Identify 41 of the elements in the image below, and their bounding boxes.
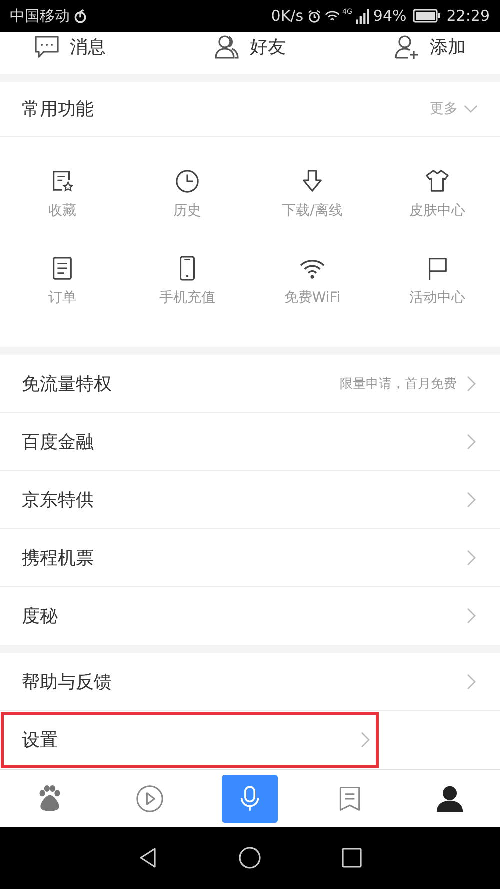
network-speed: 0K/s bbox=[271, 7, 304, 25]
add-person-icon[interactable] bbox=[394, 34, 420, 60]
chat-bubble-icon[interactable] bbox=[34, 34, 60, 60]
menu-row[interactable]: 携程机票 bbox=[0, 529, 500, 587]
alarm-icon bbox=[306, 8, 322, 24]
chevron-right-icon bbox=[467, 550, 476, 566]
cell-signal-icon bbox=[355, 8, 370, 24]
chevron-right-icon bbox=[467, 492, 476, 508]
chevron-right-icon bbox=[467, 376, 476, 392]
chevron-right-icon bbox=[467, 608, 476, 624]
action-label[interactable]: 消息 bbox=[70, 35, 106, 59]
recents-icon[interactable] bbox=[340, 846, 364, 870]
t-shirt-icon[interactable] bbox=[425, 169, 450, 194]
play-icon[interactable] bbox=[136, 784, 164, 812]
home-icon[interactable] bbox=[238, 846, 262, 870]
microphone-icon bbox=[239, 784, 261, 812]
voice-button[interactable] bbox=[222, 774, 278, 822]
note-star-icon[interactable] bbox=[50, 169, 75, 194]
carrier-name: 中国移动 bbox=[10, 6, 70, 26]
sync-icon bbox=[73, 8, 88, 24]
section-title: 常用功能 bbox=[22, 98, 95, 121]
menu-row[interactable]: 度秘 bbox=[0, 587, 500, 645]
clock-icon[interactable] bbox=[175, 169, 200, 194]
down-arrow-icon[interactable] bbox=[300, 169, 325, 194]
clock-time: 22:29 bbox=[446, 7, 490, 25]
battery-percent: 94% bbox=[373, 7, 407, 25]
wifi-signal-icon bbox=[324, 8, 340, 24]
person-icon[interactable] bbox=[436, 784, 464, 812]
menu-row[interactable]: 设置 bbox=[0, 711, 380, 769]
action-label[interactable]: 添加 bbox=[430, 35, 466, 59]
action-label[interactable]: 好友 bbox=[250, 35, 286, 59]
battery-icon bbox=[412, 9, 441, 23]
chevron-right-icon bbox=[467, 434, 476, 450]
menu-row[interactable]: 免流量特权 限量申请，首月免费 bbox=[0, 355, 500, 413]
chevron-right-icon bbox=[361, 732, 370, 748]
people-icon[interactable] bbox=[214, 34, 240, 60]
chevron-right-icon bbox=[467, 674, 476, 690]
menu-row[interactable]: 帮助与反馈 bbox=[0, 653, 500, 711]
document-icon[interactable] bbox=[50, 256, 75, 281]
menu-row[interactable]: 京东特供 bbox=[0, 471, 500, 529]
menu-row[interactable]: 百度金融 bbox=[0, 413, 500, 471]
